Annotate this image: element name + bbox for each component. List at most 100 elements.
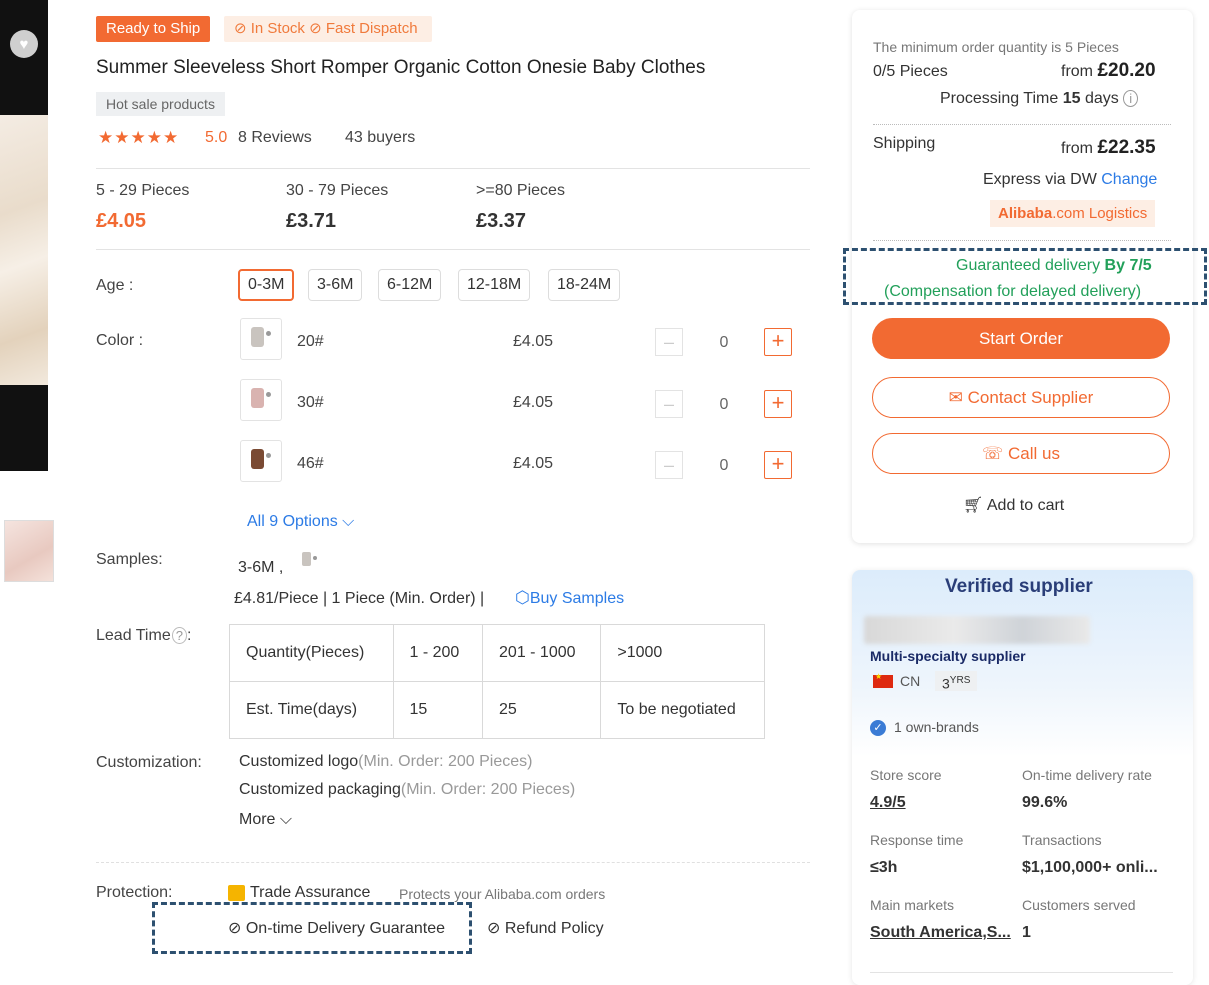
quantity-increase-button[interactable]: + xyxy=(764,451,792,479)
refund-policy[interactable]: ⊘ Refund Policy xyxy=(487,918,604,938)
supplier-country: CN xyxy=(900,673,921,689)
age-option-18-24m[interactable]: 18-24M xyxy=(548,269,621,301)
quantity-decrease-button[interactable]: – xyxy=(655,390,683,418)
tier-price: £3.37 xyxy=(476,210,527,232)
sample-thumbnail[interactable] xyxy=(296,548,322,574)
divider xyxy=(96,862,810,863)
color-swatch[interactable] xyxy=(240,440,282,482)
divider xyxy=(96,168,810,169)
phone-icon: ☏ xyxy=(982,444,1008,463)
quantity-input[interactable]: 0 xyxy=(694,457,754,475)
age-option-3-6m[interactable]: 3-6M xyxy=(308,269,363,301)
heart-icon[interactable]: ♥ xyxy=(10,30,38,58)
rating-value: 5.0 xyxy=(205,129,228,146)
samples-label: Samples: xyxy=(96,551,163,568)
quantity-decrease-button[interactable]: – xyxy=(655,451,683,479)
customization-item: Customized logo(Min. Order: 200 Pieces) xyxy=(239,753,532,771)
verified-check-icon: ✓ xyxy=(870,720,886,736)
lead-time-label: Lead Time?: xyxy=(96,627,192,644)
all-options-link[interactable]: All 9 Options ⌵ xyxy=(247,513,354,531)
in-stock-badge: ⊘ In Stock ⊘ Fast Dispatch xyxy=(224,16,432,42)
contact-supplier-button[interactable]: ✉ Contact Supplier xyxy=(872,377,1170,418)
add-to-cart-label: Add to cart xyxy=(986,497,1065,514)
divider xyxy=(96,249,810,250)
reviews-link[interactable]: 8 Reviews xyxy=(238,129,312,147)
age-option-12-18m[interactable]: 12-18M xyxy=(458,269,531,301)
main-markets-label: Main markets xyxy=(870,897,955,913)
color-swatch[interactable] xyxy=(240,379,282,421)
ready-to-ship-badge: Ready to Ship xyxy=(96,16,211,42)
add-to-cart-button[interactable]: 🛒︎ Add to cart xyxy=(963,495,1064,515)
price-value: £20.20 xyxy=(1097,60,1156,81)
color-swatch[interactable] xyxy=(240,318,282,360)
call-us-label: Call us xyxy=(1008,444,1060,463)
main-markets-value[interactable]: South America,S... xyxy=(870,924,1011,942)
divider xyxy=(873,124,1171,125)
product-photo xyxy=(0,115,48,385)
change-link[interactable]: Change xyxy=(1101,171,1157,188)
processing-label: Processing Time xyxy=(940,90,1059,107)
customization-name: Customized packaging xyxy=(239,781,401,798)
sample-variant: 3-6M , xyxy=(238,559,284,576)
highlight-box xyxy=(152,902,472,954)
rating-stars: ★★★★★ xyxy=(98,128,180,147)
trade-assurance[interactable]: Trade Assurance xyxy=(250,884,370,902)
quantity-increase-button[interactable]: + xyxy=(764,328,792,356)
gallery-thumbnail[interactable] xyxy=(4,520,54,582)
table-cell: Est. Time(days) xyxy=(229,681,394,739)
table-cell: 15 xyxy=(392,681,484,739)
product-title: Summer Sleeveless Short Romper Organic C… xyxy=(96,57,706,78)
price-from: from £20.20 xyxy=(1061,60,1156,82)
trade-assurance-icon xyxy=(228,885,245,901)
age-option-0-3m[interactable]: 0-3M xyxy=(238,269,295,301)
customization-label: Customization: xyxy=(96,754,202,771)
color-price: £4.05 xyxy=(513,333,554,350)
info-icon[interactable]: i xyxy=(1123,90,1139,107)
table-cell: 1 - 200 xyxy=(392,624,484,682)
processing-unit: days xyxy=(1084,90,1119,107)
supplier-name-blurred[interactable] xyxy=(864,616,1090,644)
logistics-brand: Alibaba xyxy=(998,205,1053,222)
hot-sale-tag: Hot sale products xyxy=(96,92,225,116)
age-option-6-12m[interactable]: 6-12M xyxy=(378,269,442,301)
call-us-button[interactable]: ☏ Call us xyxy=(872,433,1170,474)
express-method: Express via DW Change xyxy=(983,171,1157,189)
customization-note: (Min. Order: 200 Pieces) xyxy=(400,781,576,798)
express-label: Express via DW xyxy=(983,171,1097,188)
quantity-decrease-button[interactable]: – xyxy=(655,328,683,356)
china-flag-icon xyxy=(873,672,893,688)
table-cell: 25 xyxy=(482,681,602,739)
sample-detail: £4.81/Piece | 1 Piece (Min. Order) | xyxy=(234,590,485,607)
main-product-image[interactable] xyxy=(0,0,48,471)
processing-time: Processing Time 15 days i xyxy=(940,90,1139,108)
supplier-type: Multi-specialty supplier xyxy=(870,648,1026,664)
lead-time-text: Lead Time xyxy=(96,627,171,644)
quantity-increase-button[interactable]: + xyxy=(764,390,792,418)
logistics-label: .com Logistics xyxy=(1052,205,1148,222)
divider xyxy=(873,240,1171,241)
more-toggle[interactable]: More ⌵ xyxy=(239,811,292,829)
table-cell: 201 - 1000 xyxy=(482,624,602,682)
highlight-box xyxy=(843,248,1207,305)
cart-icon: 🛒︎ xyxy=(963,497,987,514)
store-score-label: Store score xyxy=(870,767,942,783)
buy-samples-link[interactable]: ⬡Buy Samples xyxy=(515,588,624,608)
buyers-count: 43 buyers xyxy=(345,129,416,146)
pieces-count: 0/5 Pieces xyxy=(873,63,948,80)
start-order-button[interactable]: Start Order xyxy=(872,318,1170,359)
color-name: 20# xyxy=(297,333,324,350)
tier-price: £4.05 xyxy=(96,210,147,232)
trade-assurance-note: Protects your Alibaba.com orders xyxy=(399,886,606,902)
shipping-price: £22.35 xyxy=(1097,137,1156,158)
color-price: £4.05 xyxy=(513,455,554,472)
response-time-value: ≤3h xyxy=(870,859,898,876)
table-cell: >1000 xyxy=(600,624,765,682)
store-score-value[interactable]: 4.9/5 xyxy=(870,794,906,812)
customization-name: Customized logo xyxy=(239,753,359,770)
customization-item: Customized packaging(Min. Order: 200 Pie… xyxy=(239,781,575,799)
on-time-value: 99.6% xyxy=(1022,794,1068,811)
quantity-input[interactable]: 0 xyxy=(694,334,754,352)
color-price: £4.05 xyxy=(513,394,554,411)
help-icon[interactable]: ? xyxy=(171,627,187,644)
quantity-input[interactable]: 0 xyxy=(694,396,754,414)
